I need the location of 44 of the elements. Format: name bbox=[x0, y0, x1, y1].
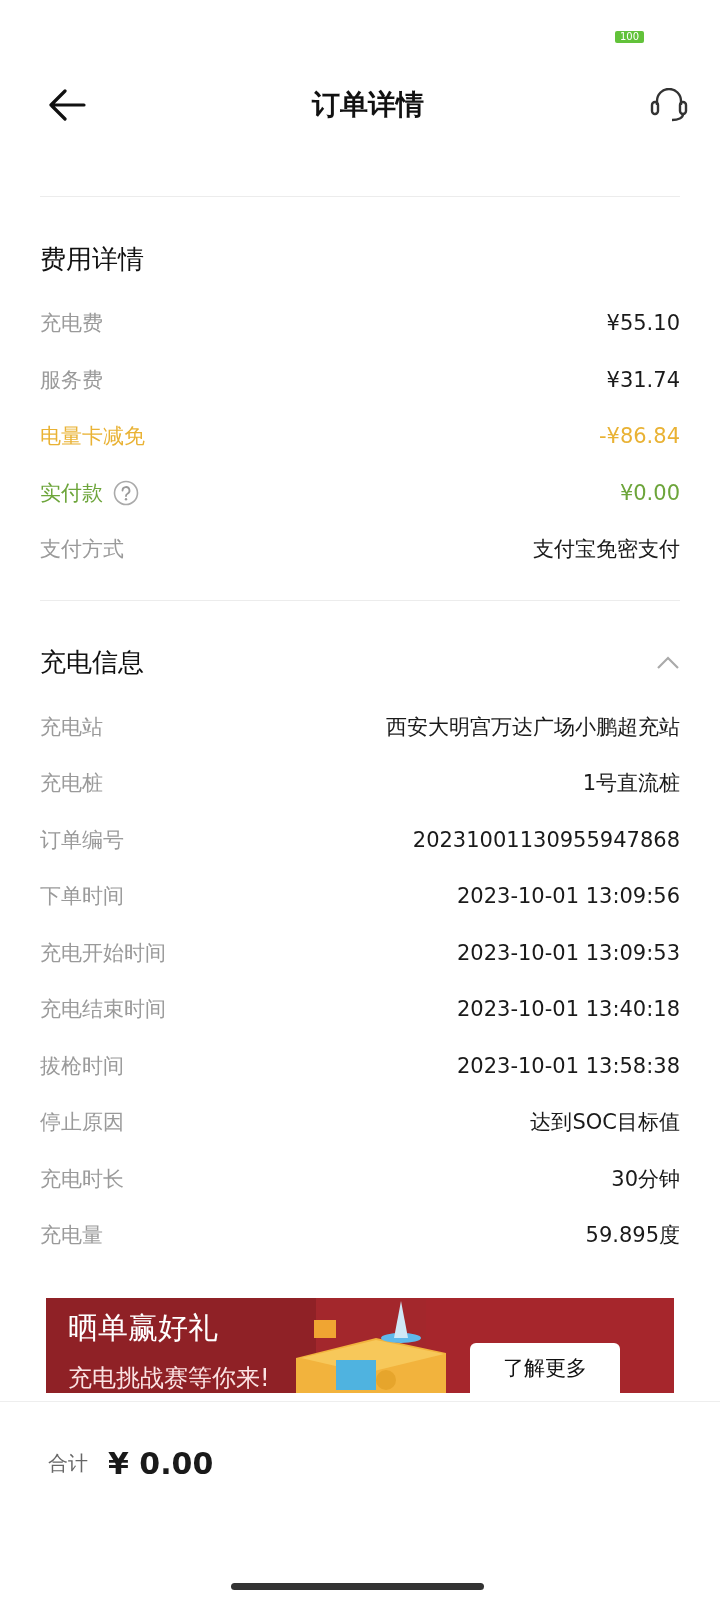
total-amount: ¥ 0.00 bbox=[108, 1446, 214, 1481]
banner-title: 晒单赢好礼 bbox=[68, 1308, 218, 1347]
battery-icon: 100 bbox=[614, 31, 644, 43]
section-title: 费用详情 bbox=[40, 242, 144, 276]
row-label: 充电桩 bbox=[40, 770, 103, 798]
learn-more-button[interactable]: 了解更多 bbox=[470, 1342, 620, 1393]
row-value: 2023-10-01 13:09:53 bbox=[456, 940, 680, 965]
row-label: 充电站 bbox=[40, 713, 103, 741]
row-value: ¥55.10 bbox=[606, 311, 680, 336]
row-label: 服务费 bbox=[40, 366, 103, 394]
row-label: 订单编号 bbox=[40, 826, 124, 854]
headset-icon[interactable] bbox=[650, 88, 688, 122]
row-label: 拔枪时间 bbox=[40, 1052, 124, 1080]
row-value: -¥86.84 bbox=[598, 424, 680, 449]
promo-banner[interactable]: 晒单赢好礼 充电挑战赛等你来! 了解更多 bbox=[46, 1297, 674, 1393]
row-label: 实付款 bbox=[40, 479, 103, 507]
row-value: 59.895度 bbox=[585, 1222, 680, 1250]
row-value: ¥0.00 bbox=[619, 480, 680, 505]
row-label: 下单时间 bbox=[40, 883, 124, 911]
section-title: 充电信息 bbox=[40, 646, 144, 679]
row-value: 30分钟 bbox=[611, 1165, 680, 1193]
row-label: 停止原因 bbox=[40, 1109, 124, 1137]
banner-subtitle: 充电挑战赛等你来! bbox=[68, 1362, 270, 1393]
row-label: 充电费 bbox=[40, 310, 103, 338]
row-label: 支付方式 bbox=[40, 536, 124, 564]
row-value: 1号直流桩 bbox=[582, 770, 680, 798]
row-value: 20231001130955947868 bbox=[412, 827, 680, 852]
row-value: 西安大明宫万达广场小鹏超充站 bbox=[386, 713, 680, 741]
row-value: 2023-10-01 13:40:18 bbox=[456, 997, 680, 1022]
chevron-icon[interactable] bbox=[656, 655, 680, 670]
row-value: 2023-10-01 13:09:56 bbox=[456, 884, 680, 909]
help-icon[interactable] bbox=[113, 479, 139, 506]
total-label: 合计 bbox=[48, 1450, 88, 1477]
row-label: 充电时长 bbox=[40, 1165, 124, 1193]
row-label: 充电量 bbox=[40, 1222, 103, 1250]
page-title: 订单详情 bbox=[312, 87, 424, 123]
row-label: 电量卡减免 bbox=[40, 423, 145, 451]
row-label: 充电开始时间 bbox=[40, 939, 166, 967]
row-value: ¥31.74 bbox=[606, 367, 680, 392]
row-value: 支付宝免密支付 bbox=[533, 536, 680, 564]
back-arrow-icon[interactable] bbox=[48, 89, 86, 121]
row-value: 达到SOC目标值 bbox=[530, 1109, 680, 1137]
row-value: 2023-10-01 13:58:38 bbox=[456, 1053, 680, 1078]
row-label: 充电结束时间 bbox=[40, 996, 166, 1024]
